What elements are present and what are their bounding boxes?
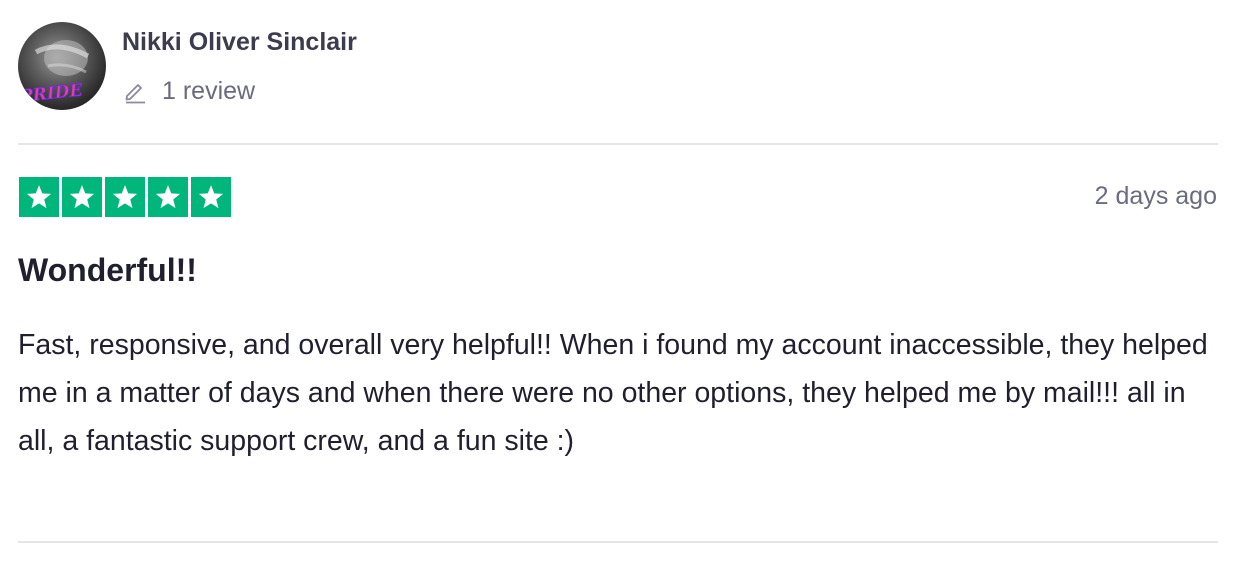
reviewer-info: PRIDE Nikki Oliver Sinclair 1 review bbox=[18, 22, 618, 112]
review-date: 2 days ago bbox=[1094, 182, 1217, 210]
star-icon bbox=[191, 177, 231, 217]
review-body: Fast, responsive, and overall very helpf… bbox=[18, 329, 1208, 457]
review-title[interactable]: Wonderful!! bbox=[18, 252, 197, 289]
review-card: PRIDE Nikki Oliver Sinclair 1 review 2 d… bbox=[18, 0, 1218, 562]
divider bbox=[18, 541, 1218, 543]
star-icon bbox=[19, 177, 59, 217]
reviewer-name[interactable]: Nikki Oliver Sinclair bbox=[122, 28, 357, 57]
star-rating bbox=[19, 177, 231, 217]
review-count: 1 review bbox=[122, 76, 255, 106]
avatar[interactable]: PRIDE bbox=[18, 22, 106, 110]
avatar-image: PRIDE bbox=[18, 40, 90, 107]
star-icon bbox=[105, 177, 145, 217]
review-count-label: 1 review bbox=[162, 76, 256, 105]
star-icon bbox=[148, 177, 188, 217]
star-icon bbox=[62, 177, 102, 217]
pencil-icon bbox=[122, 78, 148, 104]
divider bbox=[18, 143, 1218, 145]
avatar-text: PRIDE bbox=[18, 80, 84, 107]
